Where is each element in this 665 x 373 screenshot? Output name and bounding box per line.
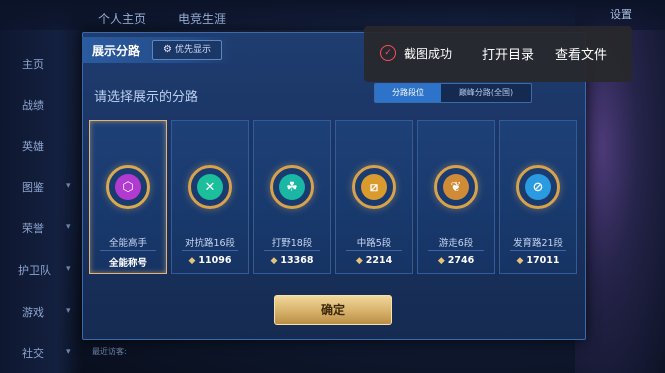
lane-card-allround[interactable]: ⬡ 全能高手 全能称号 bbox=[89, 120, 167, 274]
lane-card-roam[interactable]: ❦ 游走6段 ◆ 2746 bbox=[417, 120, 495, 274]
lane-card-points: 2214 bbox=[365, 255, 393, 266]
rank-points-icon: ◆ bbox=[188, 256, 196, 266]
lane-card-value: ◆ 2746 bbox=[418, 255, 494, 266]
lane-card-points: 2746 bbox=[447, 255, 475, 266]
lane-card-value: ◆ 13368 bbox=[254, 255, 330, 266]
sidebar-item-heroes[interactable]: 英雄 bbox=[22, 138, 44, 154]
lane-card-value: ◆ 11096 bbox=[172, 255, 248, 266]
tab-personal-home[interactable]: 个人主页 bbox=[98, 10, 146, 27]
lane-card-mid[interactable]: ⧄ 中路5段 ◆ 2214 bbox=[335, 120, 413, 274]
sidebar-item-home[interactable]: 主页 bbox=[22, 56, 44, 72]
toast-message: 截图成功 bbox=[404, 47, 453, 61]
jungle-emblem-icon: ☘ bbox=[270, 165, 314, 209]
roam-emblem-icon: ❦ bbox=[434, 165, 478, 209]
lane-card-value: 全能称号 bbox=[108, 258, 147, 269]
lane-card-label: 打野18段 bbox=[271, 238, 313, 249]
gear-icon: ⚙ bbox=[163, 44, 172, 55]
dialog-prompt: 请选择展示的分路 bbox=[94, 90, 199, 105]
recent-visitors-label: 最近访客: bbox=[92, 347, 127, 356]
lane-card-points: 13368 bbox=[280, 255, 314, 266]
sidebar-item-codex[interactable]: 图鉴 bbox=[22, 179, 44, 195]
allround-emblem-icon: ⬡ bbox=[106, 165, 150, 209]
lane-card-label: 中路5段 bbox=[356, 238, 392, 249]
lane-card-label: 对抗路16段 bbox=[184, 238, 236, 249]
rank-points-icon: ◆ bbox=[516, 256, 524, 266]
lane-card-points: 11096 bbox=[198, 255, 232, 266]
sidebar-item-honor[interactable]: 荣誉 bbox=[22, 220, 44, 236]
settings-link[interactable]: 设置 bbox=[610, 6, 632, 22]
rank-points-icon: ◆ bbox=[437, 256, 445, 266]
lane-card-label: 游走6段 bbox=[438, 238, 474, 249]
lane-type-segment: 分路段位 巅峰分路(全国) bbox=[374, 83, 532, 103]
tab-esports-career[interactable]: 电竞生涯 bbox=[178, 10, 226, 27]
lane-card-farm[interactable]: ⊘ 发育路21段 ◆ 17011 bbox=[499, 120, 577, 274]
lane-card-label: 发育路21段 bbox=[512, 238, 564, 249]
rank-points-icon: ◆ bbox=[355, 256, 363, 266]
chevron-down-icon: ▾ bbox=[66, 222, 71, 232]
chevron-down-icon: ▾ bbox=[66, 181, 71, 191]
priority-display-label: 优先显示 bbox=[174, 45, 211, 55]
chevron-down-icon: ▾ bbox=[66, 306, 71, 316]
open-directory-button[interactable]: 打开目录 bbox=[482, 44, 534, 63]
lane-card-value: ◆ 17011 bbox=[500, 255, 576, 266]
sidebar-item-records[interactable]: 战绩 bbox=[22, 97, 44, 113]
chevron-down-icon: ▾ bbox=[66, 264, 71, 274]
segment-lane-rank[interactable]: 分路段位 bbox=[375, 84, 441, 102]
card-divider bbox=[182, 250, 238, 251]
success-check-icon: ✓ bbox=[380, 45, 396, 61]
lane-card-points: 17011 bbox=[526, 255, 560, 266]
dialog-title: 展示分路 bbox=[92, 44, 141, 58]
segment-peak-lane-national[interactable]: 巅峰分路(全国) bbox=[441, 84, 531, 102]
lane-card-clash[interactable]: ✕ 对抗路16段 ◆ 11096 bbox=[171, 120, 249, 274]
lane-card-label: 全能高手 bbox=[108, 238, 147, 249]
card-divider bbox=[100, 250, 156, 251]
clash-lane-emblem-icon: ✕ bbox=[188, 165, 232, 209]
view-file-button[interactable]: 查看文件 bbox=[555, 44, 607, 63]
card-divider bbox=[428, 250, 484, 251]
chevron-down-icon: ▾ bbox=[66, 347, 71, 357]
sidebar-item-social[interactable]: 社交 bbox=[22, 345, 44, 361]
priority-display-button[interactable]: ⚙ 优先显示 bbox=[152, 40, 222, 60]
confirm-button[interactable]: 确定 bbox=[274, 295, 392, 325]
lane-card-value: ◆ 2214 bbox=[336, 255, 412, 266]
card-divider bbox=[264, 250, 320, 251]
farm-lane-emblem-icon: ⊘ bbox=[516, 165, 560, 209]
mid-lane-emblem-icon: ⧄ bbox=[352, 165, 396, 209]
card-divider bbox=[510, 250, 566, 251]
rank-points-icon: ◆ bbox=[270, 256, 278, 266]
sidebar-item-games[interactable]: 游戏 bbox=[22, 304, 44, 320]
lane-card-jungle[interactable]: ☘ 打野18段 ◆ 13368 bbox=[253, 120, 331, 274]
sidebar-item-guard[interactable]: 护卫队 bbox=[18, 262, 51, 278]
card-divider bbox=[346, 250, 402, 251]
